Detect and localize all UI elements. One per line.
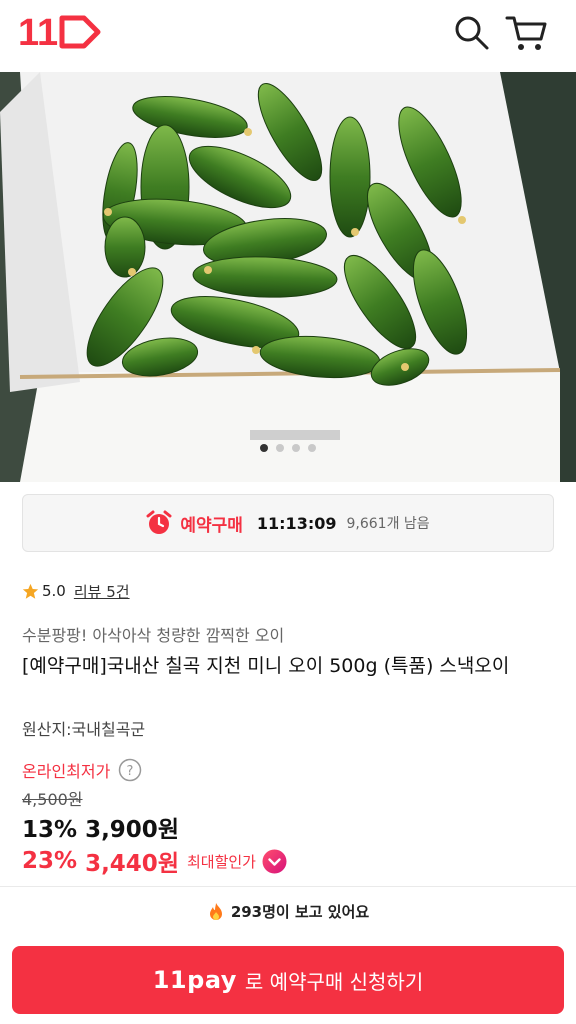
viewers-notice: 293명이 보고 있어요: [0, 886, 576, 936]
online-lowest-label: 온라인최저가: [22, 762, 111, 781]
viewers-text: 293명이 보고 있어요: [230, 903, 370, 921]
online-lowest-price-row: 온라인최저가 ?: [22, 758, 142, 782]
carousel-dot[interactable]: [292, 444, 300, 452]
cart-icon[interactable]: [505, 13, 547, 53]
product-photo: [0, 72, 576, 482]
pay-brand-label: 11pay: [152, 966, 237, 994]
logo-11st[interactable]: 11: [18, 12, 102, 52]
remaining-stock: 9,661개 남음: [346, 516, 430, 532]
rating-score: 5.0: [42, 582, 66, 600]
help-icon[interactable]: ?: [118, 758, 142, 782]
alarm-clock-icon: [146, 510, 172, 534]
carousel-indicator[interactable]: [0, 444, 576, 452]
rating-row: 5.0 리뷰 5건: [22, 580, 130, 602]
chevron-down-icon[interactable]: [262, 849, 287, 874]
max-discount-price: 3,440원: [85, 851, 179, 877]
fire-icon: [209, 902, 222, 920]
search-icon[interactable]: [453, 14, 491, 52]
product-subtitle: 수분팡팡! 아삭아삭 청량한 깜찍한 오이: [22, 626, 285, 645]
countdown-time: 11:13:09: [256, 513, 337, 533]
logo-text: 11: [18, 12, 58, 52]
original-price: 4,500원: [22, 790, 83, 809]
app-header: 11: [0, 0, 576, 72]
carousel-dot[interactable]: [260, 444, 268, 452]
carousel-dot[interactable]: [276, 444, 284, 452]
max-discount-row[interactable]: 23% 3,440원 최대할인가: [22, 844, 287, 878]
product-image-carousel[interactable]: [0, 72, 576, 482]
reserve-purchase-button[interactable]: 11pay 로 예약구매 신청하기: [12, 946, 564, 1014]
star-icon: [22, 583, 39, 599]
product-title: [예약구매]국내산 칠곡 지천 미니 오이 500g (특품) 스낵오이: [22, 655, 510, 677]
max-discount-percent: 23%: [22, 848, 78, 874]
sale-price-row: 13% 3,900원: [22, 810, 179, 844]
reservation-label: 예약구매: [180, 515, 243, 536]
product-origin: 원산지:국내칠곡군: [22, 720, 146, 739]
carousel-dot[interactable]: [308, 444, 316, 452]
discount-percent: 13%: [22, 817, 78, 843]
review-count-link[interactable]: 리뷰 5건: [74, 581, 130, 602]
reservation-timer-box: 예약구매 11:13:09 9,661개 남음: [22, 494, 554, 552]
cta-action-label: 로 예약구매 신청하기: [244, 969, 424, 994]
svg-text:?: ?: [127, 764, 134, 779]
max-discount-label: 최대할인가: [186, 852, 256, 871]
sale-price: 3,900원: [85, 817, 179, 843]
